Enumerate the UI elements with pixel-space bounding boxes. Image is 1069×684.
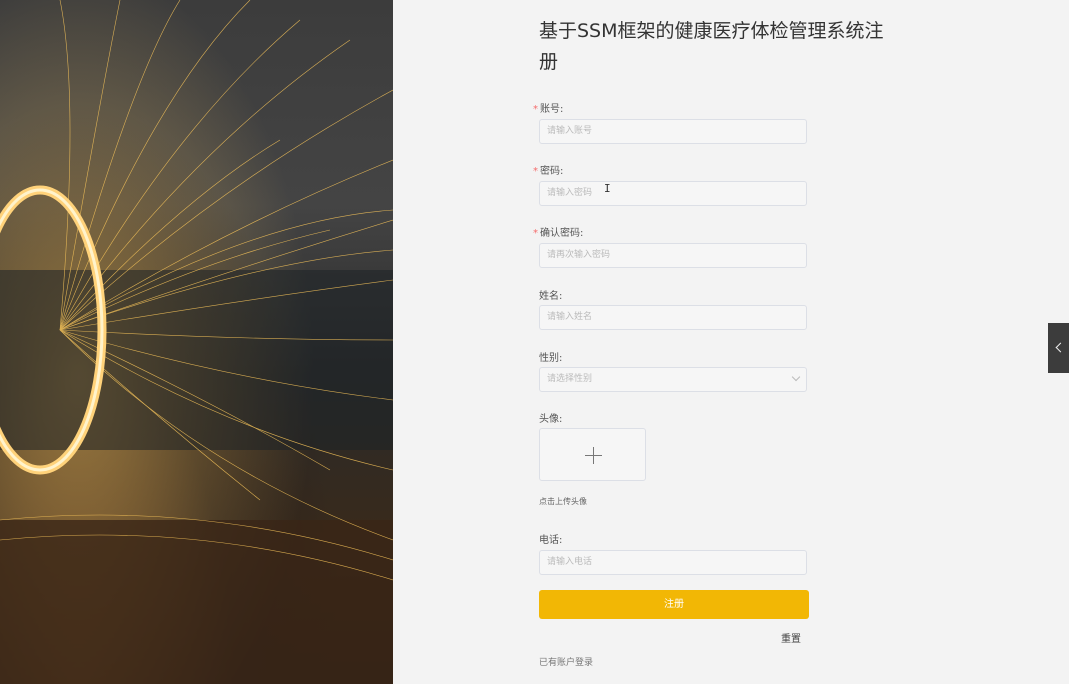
- register-button[interactable]: 注册: [539, 590, 809, 619]
- name-label: 姓名:: [539, 291, 563, 302]
- background-photo: [0, 0, 393, 684]
- avatar-label: 头像:: [539, 414, 563, 425]
- gender-label: 性别:: [539, 353, 563, 364]
- required-mark: *: [533, 166, 538, 177]
- name-input[interactable]: 请输入姓名: [539, 305, 807, 330]
- avatar-upload[interactable]: [539, 428, 646, 481]
- login-link[interactable]: 已有账户登录: [539, 655, 593, 668]
- chevron-left-icon: [1055, 342, 1066, 353]
- password-label: * 密码:: [533, 166, 564, 177]
- chevron-down-icon: [791, 372, 801, 382]
- required-mark: *: [533, 104, 538, 115]
- avatar-hint: 点击上传头像: [539, 497, 587, 506]
- account-input[interactable]: 请输入账号: [539, 119, 807, 144]
- account-label: * 账号:: [533, 104, 564, 115]
- gender-select[interactable]: 请选择性别: [539, 367, 807, 392]
- confirm-password-label: * 确认密码:: [533, 228, 584, 239]
- page-title: 基于SSM框架的健康医疗体检管理系统注册: [539, 20, 884, 73]
- reset-button[interactable]: 重置: [781, 630, 801, 645]
- side-panel-toggle[interactable]: [1048, 323, 1069, 373]
- confirm-password-input[interactable]: 请再次输入密码: [539, 243, 807, 268]
- password-input[interactable]: 请输入密码: [539, 181, 807, 206]
- phone-label: 电话:: [539, 535, 563, 546]
- text-cursor-icon: I: [604, 182, 611, 195]
- phone-input[interactable]: 请输入电话: [539, 550, 807, 575]
- required-mark: *: [533, 228, 538, 239]
- gender-placeholder: 请选择性别: [547, 374, 593, 384]
